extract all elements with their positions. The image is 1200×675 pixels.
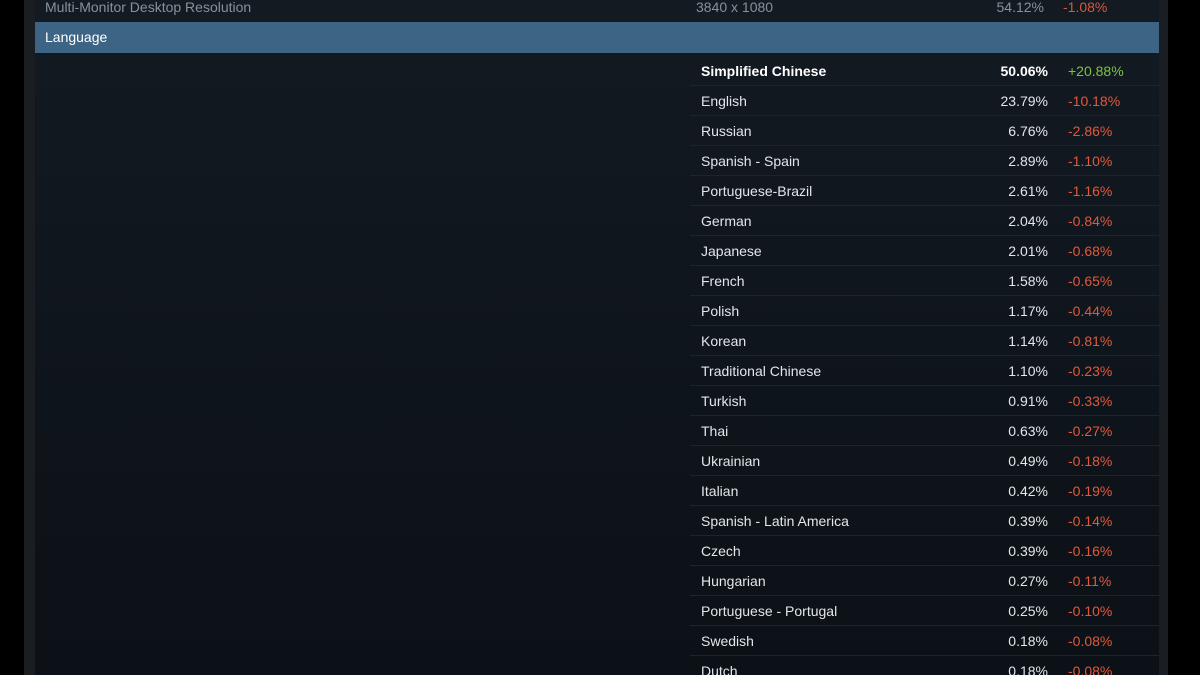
language-percent: 6.76% xyxy=(1008,123,1048,139)
language-change: -0.08% xyxy=(1068,663,1113,675)
stat-percent: 54.12% xyxy=(996,0,1044,15)
language-percent: 0.42% xyxy=(1008,483,1048,499)
language-percent: 1.14% xyxy=(1008,333,1048,349)
table-row: German 2.04% -0.84% xyxy=(690,206,1159,236)
stat-change: -1.08% xyxy=(1063,0,1108,15)
table-row: Simplified Chinese 50.06% +20.88% xyxy=(690,56,1159,86)
language-name: Italian xyxy=(701,483,739,499)
language-name: Hungarian xyxy=(701,573,766,589)
language-percent: 1.58% xyxy=(1008,273,1048,289)
table-row: Thai 0.63% -0.27% xyxy=(690,416,1159,446)
language-percent: 0.63% xyxy=(1008,423,1048,439)
table-row: Japanese 2.01% -0.68% xyxy=(690,236,1159,266)
language-change: -0.23% xyxy=(1068,363,1113,379)
language-percent: 0.18% xyxy=(1008,633,1048,649)
language-name: Japanese xyxy=(701,243,762,259)
language-name: Turkish xyxy=(701,393,747,409)
language-name: Ukrainian xyxy=(701,453,761,469)
language-change: -0.19% xyxy=(1068,483,1113,499)
table-row: Ukrainian 0.49% -0.18% xyxy=(690,446,1159,476)
language-name: Swedish xyxy=(701,633,754,649)
language-percent: 1.17% xyxy=(1008,303,1048,319)
language-name: Thai xyxy=(701,423,729,439)
language-percent: 2.04% xyxy=(1008,213,1048,229)
language-table: Simplified Chinese 50.06% +20.88% English 23… xyxy=(690,56,1159,675)
stat-value: 3840 x 1080 xyxy=(696,0,774,15)
table-row: Italian 0.42% -0.19% xyxy=(690,476,1159,506)
section-title: Language xyxy=(45,29,108,45)
table-row: Portuguese-Brazil 2.61% -1.16% xyxy=(690,176,1159,206)
language-percent: 0.49% xyxy=(1008,453,1048,469)
language-name: German xyxy=(701,213,752,229)
language-change: -0.65% xyxy=(1068,273,1113,289)
language-name: English xyxy=(701,93,747,109)
language-change: +20.88% xyxy=(1068,63,1124,79)
language-change: -0.11% xyxy=(1068,573,1112,589)
table-row: Czech 0.39% -0.16% xyxy=(690,536,1159,566)
language-change: -0.44% xyxy=(1068,303,1113,319)
language-change: -1.10% xyxy=(1068,153,1113,169)
language-change: -0.16% xyxy=(1068,543,1113,559)
language-name: Simplified Chinese xyxy=(701,63,827,79)
language-change: -0.84% xyxy=(1068,213,1113,229)
language-percent: 2.89% xyxy=(1008,153,1048,169)
language-percent: 0.27% xyxy=(1008,573,1048,589)
previous-stat-row: Multi-Monitor Desktop Resolution 3840 x … xyxy=(35,0,1159,22)
language-name: Traditional Chinese xyxy=(701,363,822,379)
language-percent: 0.91% xyxy=(1008,393,1048,409)
language-change: -0.27% xyxy=(1068,423,1113,439)
language-percent: 0.39% xyxy=(1008,513,1048,529)
language-percent: 0.39% xyxy=(1008,543,1048,559)
table-row: Traditional Chinese 1.10% -0.23% xyxy=(690,356,1159,386)
table-row: English 23.79% -10.18% xyxy=(690,86,1159,116)
language-percent: 23.79% xyxy=(1000,93,1048,109)
table-row: French 1.58% -0.65% xyxy=(690,266,1159,296)
table-row: Turkish 0.91% -0.33% xyxy=(690,386,1159,416)
language-name: Portuguese - Portugal xyxy=(701,603,838,619)
section-header-language[interactable]: Language xyxy=(35,22,1159,53)
language-percent: 2.01% xyxy=(1008,243,1048,259)
table-row: Dutch 0.18% -0.08% xyxy=(690,656,1159,675)
table-row: Russian 6.76% -2.86% xyxy=(690,116,1159,146)
table-row: Spanish - Latin America 0.39% -0.14% xyxy=(690,506,1159,536)
table-row: Portuguese - Portugal 0.25% -0.10% xyxy=(690,596,1159,626)
language-change: -2.86% xyxy=(1068,123,1113,139)
language-change: -0.10% xyxy=(1068,603,1113,619)
language-percent: 2.61% xyxy=(1008,183,1048,199)
language-percent: 1.10% xyxy=(1008,363,1048,379)
language-name: Dutch xyxy=(701,663,738,675)
table-row: Swedish 0.18% -0.08% xyxy=(690,626,1159,656)
language-change: -10.18% xyxy=(1068,93,1121,109)
language-change: -0.14% xyxy=(1068,513,1113,529)
language-name: Russian xyxy=(701,123,752,139)
language-name: French xyxy=(701,273,745,289)
stat-name: Multi-Monitor Desktop Resolution xyxy=(45,0,252,15)
language-name: Polish xyxy=(701,303,740,319)
table-row: Polish 1.17% -0.44% xyxy=(690,296,1159,326)
language-percent: 0.25% xyxy=(1008,603,1048,619)
table-row: Korean 1.14% -0.81% xyxy=(690,326,1159,356)
table-row: Hungarian 0.27% -0.11% xyxy=(690,566,1159,596)
language-change: -0.68% xyxy=(1068,243,1113,259)
stats-panel: Multi-Monitor Desktop Resolution 3840 x … xyxy=(35,0,1159,675)
language-name: Korean xyxy=(701,333,747,349)
language-name: Spanish - Latin America xyxy=(701,513,849,529)
language-change: -0.18% xyxy=(1068,453,1113,469)
language-change: -0.08% xyxy=(1068,633,1113,649)
language-name: Portuguese-Brazil xyxy=(701,183,813,199)
language-change: -0.81% xyxy=(1068,333,1113,349)
table-row: Spanish - Spain 2.89% -1.10% xyxy=(690,146,1159,176)
language-change: -0.33% xyxy=(1068,393,1113,409)
language-percent: 0.18% xyxy=(1008,663,1048,675)
language-percent: 50.06% xyxy=(1000,63,1048,79)
language-name: Spanish - Spain xyxy=(701,153,800,169)
language-name: Czech xyxy=(701,543,741,559)
language-change: -1.16% xyxy=(1068,183,1113,199)
